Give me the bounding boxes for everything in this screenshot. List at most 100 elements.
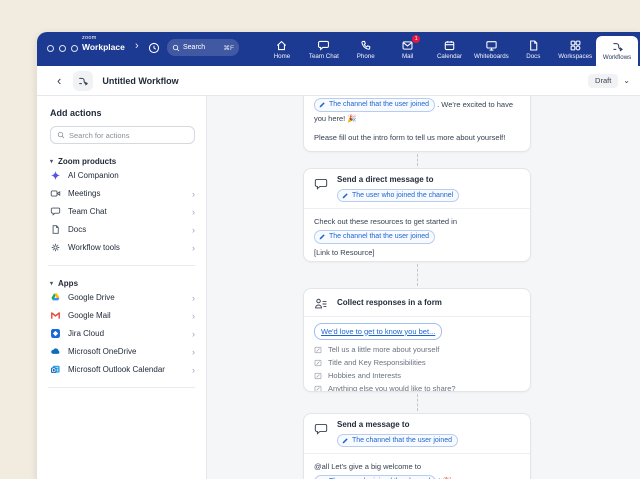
team-chat-icon bbox=[50, 206, 61, 217]
window-controls[interactable] bbox=[47, 45, 78, 52]
workflow-type-icon bbox=[73, 71, 93, 91]
connector-dashed-line bbox=[417, 394, 418, 411]
sidebar-item-google-drive[interactable]: Google Drive › bbox=[50, 289, 195, 306]
nav-item-whiteboards[interactable]: Whiteboards bbox=[470, 32, 512, 66]
nav-item-mail[interactable]: 1 Mail bbox=[387, 32, 429, 66]
search-shortcut: ⌘F bbox=[224, 44, 234, 52]
team-chat-icon bbox=[317, 39, 330, 52]
section-header-zoom-products[interactable]: ▾ Zoom products bbox=[50, 157, 195, 166]
gmail-icon bbox=[50, 310, 61, 321]
card-title: Send a direct message to bbox=[337, 175, 459, 185]
gear-icon bbox=[50, 242, 61, 253]
search-icon bbox=[57, 131, 65, 139]
chevron-right-icon: › bbox=[192, 347, 195, 357]
home-icon bbox=[275, 39, 288, 52]
nav-item-docs[interactable]: Docs bbox=[512, 32, 554, 66]
calendar-icon bbox=[443, 39, 456, 52]
sidebar-heading: Add actions bbox=[50, 108, 195, 118]
chevron-right-icon: › bbox=[192, 207, 195, 217]
workflow-card-send-message[interactable]: Send a message to The channel that the u… bbox=[303, 413, 531, 479]
edit-pencil-icon bbox=[319, 233, 326, 240]
actions-sidebar: Add actions ▾ Zoom products bbox=[37, 96, 207, 479]
form-question-row: Anything else you would like to share? bbox=[314, 382, 520, 392]
message-text: Check out these resources to get started… bbox=[314, 215, 520, 228]
sidebar-item-ai-companion[interactable]: AI Companion bbox=[50, 167, 195, 184]
window-control-dot[interactable] bbox=[71, 45, 78, 52]
top-navbar: zoom Workplace › Search ⌘F bbox=[37, 32, 640, 66]
form-question-row: Hobbies and Interests bbox=[314, 369, 520, 382]
chevron-right-icon: › bbox=[192, 329, 195, 339]
message-text: @all Let's give a big welcome to bbox=[314, 460, 520, 473]
workflow-title: Untitled Workflow bbox=[102, 76, 178, 86]
nav-item-workflows[interactable]: Workflows bbox=[596, 36, 638, 66]
mail-icon: 1 bbox=[401, 39, 414, 52]
sidebar-divider bbox=[48, 265, 195, 266]
logo-zoom-text: zoom bbox=[82, 36, 125, 42]
logo-expand-chevron-icon[interactable]: › bbox=[135, 40, 139, 52]
docs-icon bbox=[527, 39, 540, 52]
window-control-dot[interactable] bbox=[59, 45, 66, 52]
form-question-row: Tell us a little more about yourself bbox=[314, 343, 520, 356]
history-icon[interactable] bbox=[147, 41, 161, 55]
workflow-toolbar: ‹ Untitled Workflow Draft ⌄ bbox=[37, 66, 640, 96]
sidebar-section-zoom-products: ▾ Zoom products AI Companion Me bbox=[50, 157, 195, 256]
onedrive-icon bbox=[50, 346, 61, 357]
nav-item-team-chat[interactable]: Team Chat bbox=[303, 32, 345, 66]
variable-pill[interactable]: The channel that the user joined bbox=[314, 98, 435, 112]
workflow-card-send-message-partial[interactable]: The channel that the user joined . We're… bbox=[303, 96, 531, 152]
sidebar-item-microsoft-outlook-calendar[interactable]: Microsoft Outlook Calendar › bbox=[50, 361, 195, 378]
workflow-card-send-direct-message[interactable]: Send a direct message to The user who jo… bbox=[303, 168, 531, 262]
short-answer-icon bbox=[314, 359, 322, 367]
outlook-calendar-icon bbox=[50, 364, 61, 375]
search-icon bbox=[172, 44, 180, 52]
actions-search[interactable] bbox=[50, 126, 195, 144]
variable-pill[interactable]: The user who joined the channel bbox=[314, 475, 436, 479]
jira-icon bbox=[50, 328, 61, 339]
workflow-canvas[interactable]: The channel that the user joined . We're… bbox=[207, 96, 640, 479]
card-title: Send a message to bbox=[337, 420, 458, 430]
sidebar-item-docs[interactable]: Docs › bbox=[50, 221, 195, 238]
variable-pill[interactable]: The channel that the user joined bbox=[314, 230, 435, 244]
sidebar-item-team-chat[interactable]: Team Chat › bbox=[50, 203, 195, 220]
nav-item-workspaces[interactable]: Workspaces bbox=[554, 32, 596, 66]
primary-navigation: Home Team Chat Phone bbox=[261, 32, 638, 66]
edit-pencil-icon bbox=[319, 101, 326, 108]
zoom-workplace-logo: zoom Workplace bbox=[82, 36, 125, 51]
chevron-right-icon: › bbox=[192, 311, 195, 321]
message-text: [Link to Team calendar] bbox=[314, 259, 520, 263]
chevron-right-icon: › bbox=[192, 225, 195, 235]
sidebar-item-google-mail[interactable]: Google Mail › bbox=[50, 307, 195, 324]
sidebar-item-jira-cloud[interactable]: Jira Cloud › bbox=[50, 325, 195, 342]
meetings-icon bbox=[50, 188, 61, 199]
sidebar-item-meetings[interactable]: Meetings › bbox=[50, 185, 195, 202]
sidebar-item-microsoft-onedrive[interactable]: Microsoft OneDrive › bbox=[50, 343, 195, 360]
chat-bubble-icon bbox=[314, 422, 328, 436]
variable-pill[interactable]: The channel that the user joined bbox=[337, 434, 458, 448]
search-placeholder: Search bbox=[183, 44, 205, 51]
back-button[interactable]: ‹ bbox=[57, 74, 61, 87]
connector-dashed-line bbox=[417, 154, 418, 166]
message-text: [Link to Resource] bbox=[314, 246, 520, 259]
actions-search-input[interactable] bbox=[69, 131, 188, 140]
variable-pill[interactable]: The user who joined the channel bbox=[337, 189, 459, 203]
window-control-dot[interactable] bbox=[47, 45, 54, 52]
nav-item-calendar[interactable]: Calendar bbox=[429, 32, 471, 66]
sidebar-divider bbox=[48, 387, 195, 388]
short-answer-icon bbox=[314, 385, 322, 393]
section-header-apps[interactable]: ▾ Apps bbox=[50, 279, 195, 288]
form-question-row: Title and Key Responsibilities bbox=[314, 356, 520, 369]
short-answer-icon bbox=[314, 346, 322, 354]
form-title-link[interactable]: We'd love to get to know you bet... bbox=[314, 323, 442, 340]
global-search-input[interactable]: Search ⌘F bbox=[167, 39, 239, 56]
sidebar-item-workflow-tools[interactable]: Workflow tools › bbox=[50, 239, 195, 256]
nav-item-home[interactable]: Home bbox=[261, 32, 303, 66]
workflow-card-collect-responses[interactable]: Collect responses in a form We'd love to… bbox=[303, 288, 531, 392]
status-caret-icon[interactable]: ⌄ bbox=[623, 76, 630, 85]
nav-item-phone[interactable]: Phone bbox=[345, 32, 387, 66]
chevron-right-icon: › bbox=[192, 365, 195, 375]
ai-companion-icon bbox=[50, 170, 61, 181]
status-badge[interactable]: Draft bbox=[588, 74, 618, 88]
form-respondent-icon bbox=[314, 297, 328, 311]
workspaces-icon bbox=[569, 39, 582, 52]
phone-icon bbox=[359, 39, 372, 52]
